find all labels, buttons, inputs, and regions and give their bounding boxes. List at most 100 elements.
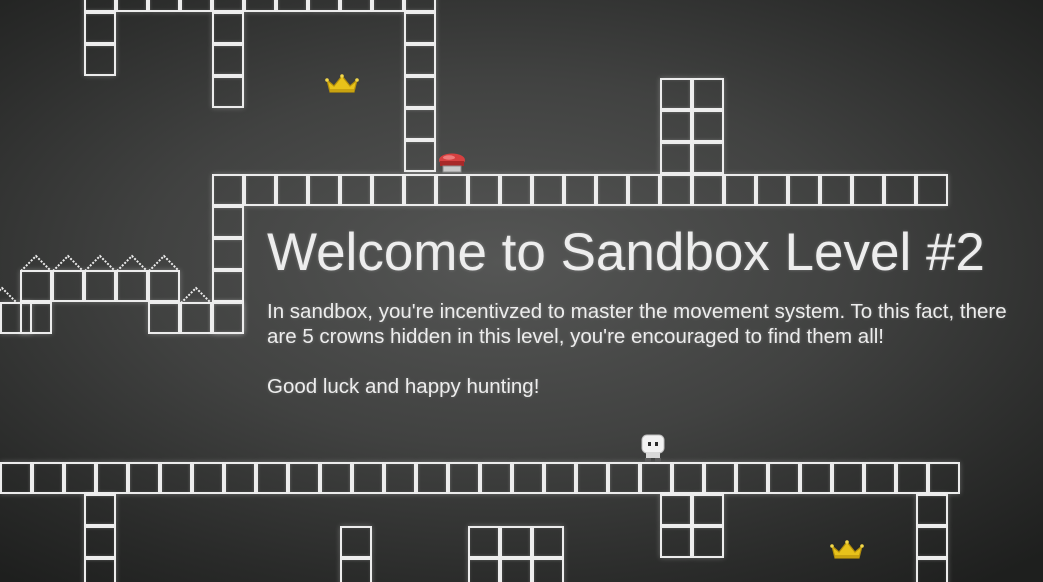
block-tile bbox=[468, 526, 500, 558]
block-tile bbox=[724, 174, 756, 206]
block-tile bbox=[212, 0, 244, 12]
spike-icon bbox=[52, 254, 84, 272]
player-character-icon[interactable] bbox=[640, 434, 666, 463]
block-tile bbox=[96, 462, 128, 494]
block-tile bbox=[544, 462, 576, 494]
block-tile bbox=[864, 462, 896, 494]
block-tile bbox=[84, 12, 116, 44]
block-tile bbox=[468, 558, 500, 582]
block-tile bbox=[404, 0, 436, 12]
block-tile bbox=[596, 174, 628, 206]
block-tile bbox=[180, 0, 212, 12]
block-tile bbox=[64, 462, 96, 494]
block-tile bbox=[628, 174, 660, 206]
spike-icon bbox=[148, 254, 180, 272]
block-tile bbox=[896, 462, 928, 494]
block-tile bbox=[84, 558, 116, 582]
block-tile bbox=[84, 270, 116, 302]
welcome-panel: Welcome to Sandbox Level #2 In sandbox, … bbox=[267, 224, 1027, 399]
block-tile bbox=[832, 462, 864, 494]
block-tile bbox=[660, 494, 692, 526]
block-tile bbox=[416, 462, 448, 494]
block-tile bbox=[84, 44, 116, 76]
block-tile bbox=[308, 174, 340, 206]
block-tile bbox=[116, 270, 148, 302]
block-tile bbox=[672, 462, 704, 494]
block-tile bbox=[84, 494, 116, 526]
block-tile bbox=[20, 270, 52, 302]
block-tile bbox=[736, 462, 768, 494]
level-sign-off: Good luck and happy hunting! bbox=[267, 375, 540, 398]
block-tile bbox=[660, 526, 692, 558]
block-tile bbox=[532, 558, 564, 582]
block-tile bbox=[468, 174, 500, 206]
block-tile bbox=[480, 462, 512, 494]
block-tile bbox=[160, 462, 192, 494]
block-tile bbox=[404, 108, 436, 140]
block-tile bbox=[340, 0, 372, 12]
block-tile bbox=[320, 462, 352, 494]
block-tile bbox=[308, 0, 340, 12]
block-tile bbox=[404, 12, 436, 44]
crown-icon bbox=[325, 74, 359, 93]
block-tile bbox=[692, 78, 724, 110]
spike-icon bbox=[0, 286, 18, 304]
block-tile bbox=[148, 270, 180, 302]
level-title: Welcome to Sandbox Level #2 bbox=[267, 223, 985, 282]
block-tile bbox=[372, 0, 404, 12]
block-tile bbox=[928, 462, 960, 494]
spike-icon bbox=[20, 254, 52, 272]
block-tile bbox=[84, 0, 116, 12]
block-tile bbox=[128, 462, 160, 494]
block-tile bbox=[212, 270, 244, 302]
block-tile bbox=[352, 462, 384, 494]
block-tile bbox=[532, 174, 564, 206]
block-tile bbox=[704, 462, 736, 494]
block-tile bbox=[608, 462, 640, 494]
block-tile bbox=[116, 0, 148, 12]
block-tile bbox=[768, 462, 800, 494]
block-tile bbox=[756, 174, 788, 206]
block-tile bbox=[884, 174, 916, 206]
block-tile bbox=[692, 142, 724, 174]
block-tile bbox=[212, 206, 244, 238]
block-tile bbox=[692, 494, 724, 526]
game-viewport: Welcome to Sandbox Level #2 In sandbox, … bbox=[0, 0, 1043, 582]
block-tile bbox=[32, 462, 64, 494]
block-tile bbox=[224, 462, 256, 494]
spike-icon bbox=[84, 254, 116, 272]
block-tile bbox=[276, 174, 308, 206]
block-tile bbox=[84, 526, 116, 558]
block-tile bbox=[404, 174, 436, 206]
block-tile bbox=[448, 462, 480, 494]
block-tile bbox=[212, 44, 244, 76]
block-tile bbox=[148, 302, 180, 334]
block-tile bbox=[372, 174, 404, 206]
block-tile bbox=[0, 462, 32, 494]
block-tile bbox=[820, 174, 852, 206]
block-tile bbox=[532, 526, 564, 558]
spike-icon bbox=[180, 286, 212, 304]
block-tile bbox=[692, 526, 724, 558]
block-tile bbox=[916, 494, 948, 526]
block-tile bbox=[340, 526, 372, 558]
block-tile bbox=[180, 302, 212, 334]
block-tile bbox=[404, 76, 436, 108]
block-tile bbox=[404, 44, 436, 76]
block-tile bbox=[212, 238, 244, 270]
block-tile bbox=[660, 174, 692, 206]
block-tile bbox=[660, 142, 692, 174]
block-tile bbox=[340, 174, 372, 206]
block-tile bbox=[500, 174, 532, 206]
block-tile bbox=[288, 462, 320, 494]
block-tile bbox=[256, 462, 288, 494]
block-tile bbox=[564, 174, 596, 206]
block-tile bbox=[384, 462, 416, 494]
block-tile bbox=[276, 0, 308, 12]
block-tile bbox=[788, 174, 820, 206]
block-tile bbox=[244, 0, 276, 12]
block-tile bbox=[212, 174, 244, 206]
block-tile bbox=[52, 270, 84, 302]
block-tile bbox=[436, 174, 468, 206]
switch-button-icon[interactable] bbox=[437, 152, 467, 174]
